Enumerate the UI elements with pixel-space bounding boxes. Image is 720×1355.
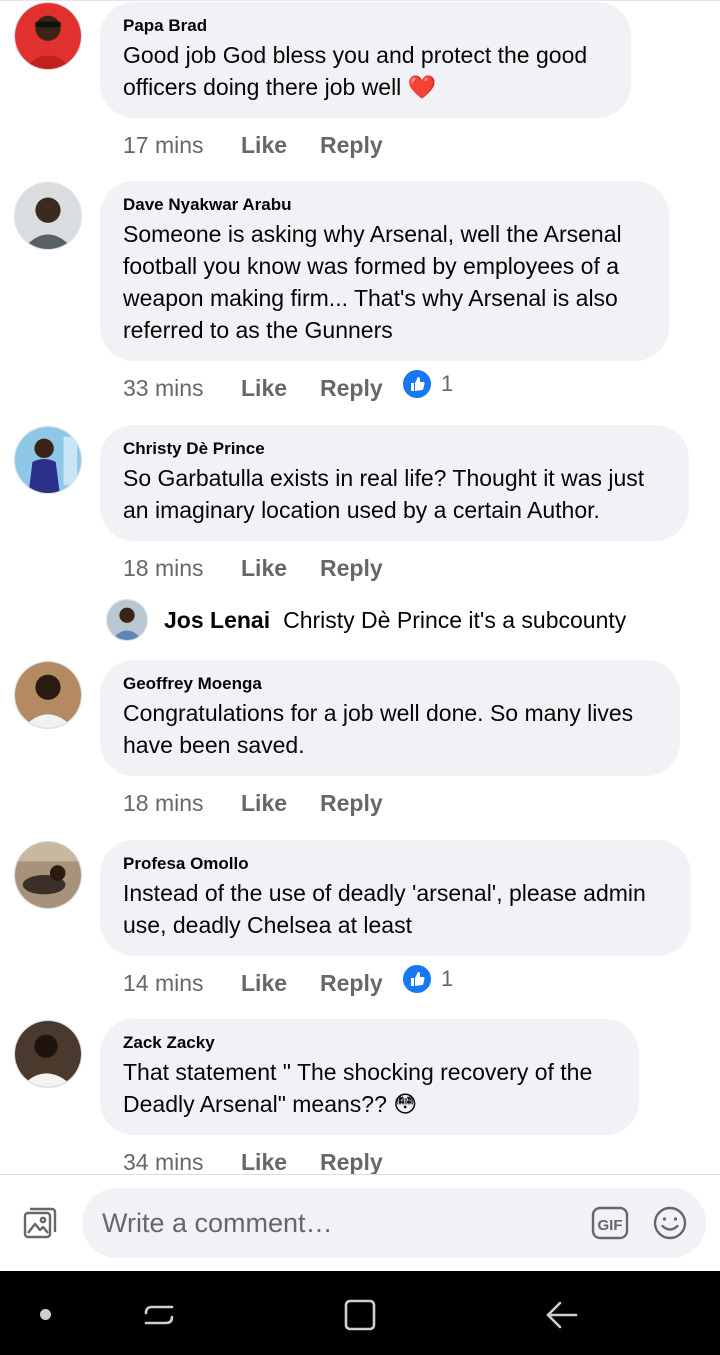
gif-icon[interactable]: GIF xyxy=(591,1205,629,1241)
comment-text: So Garbatulla exists in real life? Thoug… xyxy=(123,465,645,523)
comment-actions: 18 mins Like Reply xyxy=(123,552,383,584)
comment-time[interactable]: 33 mins xyxy=(123,375,241,402)
comment-bubble: Profesa Omollo Instead of the use of dea… xyxy=(100,840,691,956)
reaction-count: 1 xyxy=(441,966,454,991)
reaction-summary[interactable]: 1 xyxy=(401,963,453,995)
like-button[interactable]: Like xyxy=(241,970,320,997)
comment-input[interactable]: Write a comment… GIF xyxy=(82,1188,706,1258)
reply-button[interactable]: Reply xyxy=(320,555,383,582)
like-reaction-icon xyxy=(401,368,433,400)
avatar[interactable] xyxy=(14,661,82,729)
reply-button[interactable]: Reply xyxy=(320,1149,383,1176)
reaction-summary[interactable]: 1 xyxy=(401,368,453,400)
top-divider xyxy=(0,0,720,1)
like-button[interactable]: Like xyxy=(241,1149,320,1176)
comment-author[interactable]: Zack Zacky xyxy=(123,1033,615,1053)
comment-actions: 33 mins Like Reply xyxy=(123,372,383,404)
home-icon[interactable] xyxy=(342,1297,378,1333)
like-reaction-icon xyxy=(401,963,433,995)
nav-dot-icon[interactable] xyxy=(40,1309,51,1320)
comment-bubble: Christy Dè Prince So Garbatulla exists i… xyxy=(100,425,689,541)
comment-composer: Write a comment… GIF xyxy=(0,1175,720,1271)
avatar[interactable] xyxy=(14,182,82,250)
comment-bubble: Geoffrey Moenga Congratulations for a jo… xyxy=(100,660,680,776)
reaction-count: 1 xyxy=(441,371,454,396)
reply-text: Christy Dè Prince it's a subcounty xyxy=(283,606,627,633)
comment-time[interactable]: 18 mins xyxy=(123,555,241,582)
reply-button[interactable]: Reply xyxy=(320,790,383,817)
reply-button[interactable]: Reply xyxy=(320,375,383,402)
reply-button[interactable]: Reply xyxy=(320,970,383,997)
gif-label: GIF xyxy=(598,1217,623,1234)
reply-preview[interactable]: Jos Lenai Christy Dè Prince it's a subco… xyxy=(106,598,626,642)
comment-input-placeholder: Write a comment… xyxy=(102,1208,333,1238)
comment-author[interactable]: Dave Nyakwar Arabu xyxy=(123,195,645,215)
like-button[interactable]: Like xyxy=(241,375,320,402)
comment-author[interactable]: Christy Dè Prince xyxy=(123,439,665,459)
avatar[interactable] xyxy=(14,841,82,909)
avatar[interactable] xyxy=(14,426,82,494)
comment-actions: 14 mins Like Reply xyxy=(123,967,383,999)
back-icon[interactable] xyxy=(544,1297,580,1333)
photo-icon[interactable] xyxy=(22,1205,58,1241)
comment-bubble: Zack Zacky That statement " The shocking… xyxy=(100,1019,639,1135)
comment-time[interactable]: 14 mins xyxy=(123,970,241,997)
comment-bubble: Dave Nyakwar Arabu Someone is asking why… xyxy=(100,181,669,361)
comment-text: Someone is asking why Arsenal, well the … xyxy=(123,221,622,343)
comment-text: Instead of the use of deadly 'arsenal', … xyxy=(123,880,646,938)
like-button[interactable]: Like xyxy=(241,790,320,817)
like-button[interactable]: Like xyxy=(241,555,320,582)
reply-button[interactable]: Reply xyxy=(320,132,383,159)
comment-text: Good job God bless you and protect the g… xyxy=(123,42,588,100)
comment-time[interactable]: 34 mins xyxy=(123,1149,241,1176)
comment-author[interactable]: Papa Brad xyxy=(123,16,607,36)
system-navigation-bar xyxy=(0,1271,720,1355)
comment-actions: 17 mins Like Reply xyxy=(123,129,383,161)
comment-text: That statement " The shocking recovery o… xyxy=(123,1059,593,1117)
comment-time[interactable]: 18 mins xyxy=(123,790,241,817)
comment-author[interactable]: Profesa Omollo xyxy=(123,854,667,874)
comment-text: Congratulations for a job well done. So … xyxy=(123,700,634,758)
recent-apps-icon[interactable] xyxy=(142,1297,176,1333)
avatar[interactable] xyxy=(14,2,82,70)
comment-actions: 18 mins Like Reply xyxy=(123,787,383,819)
reply-author[interactable]: Jos Lenai xyxy=(164,607,270,634)
avatar[interactable] xyxy=(14,1020,82,1088)
comment-time[interactable]: 17 mins xyxy=(123,132,241,159)
emoji-icon[interactable] xyxy=(652,1205,688,1241)
comment-bubble: Papa Brad Good job God bless you and pro… xyxy=(100,2,631,118)
like-button[interactable]: Like xyxy=(241,132,320,159)
avatar[interactable] xyxy=(106,599,148,641)
comment-author[interactable]: Geoffrey Moenga xyxy=(123,674,656,694)
